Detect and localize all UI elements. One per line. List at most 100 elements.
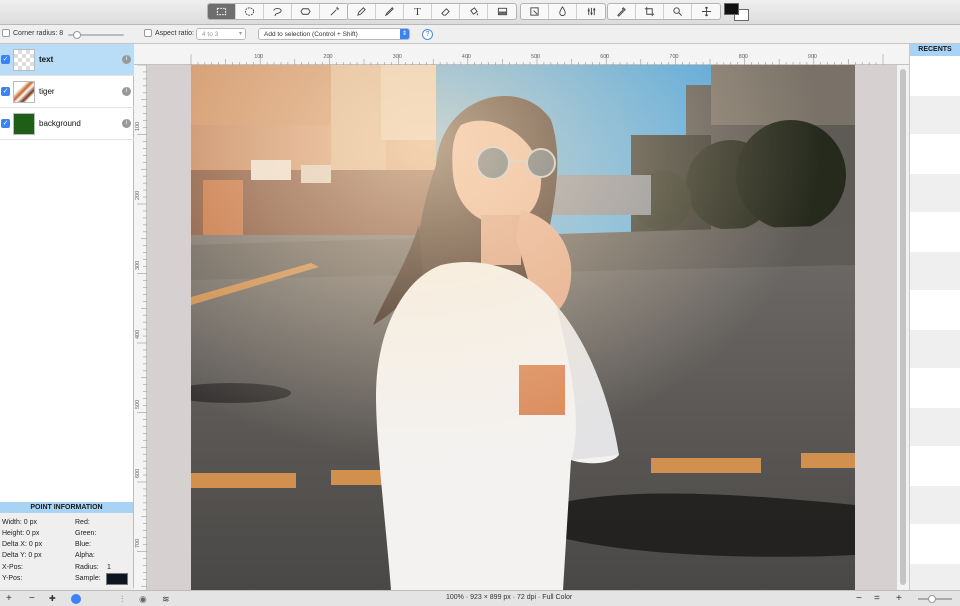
- recent-slot[interactable]: [910, 330, 960, 368]
- ruler-label: 500: [135, 399, 141, 409]
- y-pos-readout: Y-Pos:: [2, 575, 23, 582]
- zoom-out-button[interactable]: −: [856, 593, 862, 605]
- foreground-color-swatch[interactable]: [724, 3, 739, 15]
- rect-select-icon[interactable]: [208, 4, 236, 19]
- aspect-ratio-checkbox[interactable]: [144, 29, 152, 37]
- layer-name: tiger: [39, 87, 55, 96]
- info-icon[interactable]: i: [122, 119, 131, 128]
- help-button[interactable]: ?: [422, 29, 433, 40]
- text-tool-icon[interactable]: T: [404, 4, 432, 19]
- layer-row-text[interactable]: ✓ text i: [0, 44, 134, 76]
- point-information-title: POINT INFORMATION: [0, 502, 133, 513]
- recents-title: RECENTS: [910, 44, 960, 56]
- view-tools-group: [607, 3, 721, 20]
- aspect-ratio-select[interactable]: 4 to 3 ▾: [196, 28, 246, 40]
- chevron-updown-icon: ⇕: [400, 29, 409, 39]
- layer-name: background: [39, 119, 81, 128]
- paint-bucket-icon[interactable]: [460, 4, 488, 19]
- bottom-bar: + − ✚ ⫶ ◉ ≋ 100% · 923 × 899 px · 72 dpi…: [0, 590, 960, 606]
- aspect-ratio-option[interactable]: Aspect ratio:: [144, 29, 194, 37]
- sample-label: Sample:: [75, 575, 101, 582]
- gradient-icon[interactable]: [488, 4, 516, 19]
- main-toolbar: T: [0, 0, 960, 25]
- vertical-ruler-ticks: [137, 65, 147, 587]
- layer-visibility-checkbox[interactable]: ✓: [1, 87, 10, 96]
- ruler-label: 300: [392, 54, 402, 60]
- text-tool-glyph: T: [414, 5, 421, 18]
- x-pos-readout: X-Pos:: [2, 564, 24, 571]
- ruler-label: 400: [461, 54, 471, 60]
- delta-x-readout: Delta X: 0 px: [2, 541, 43, 548]
- corner-radius-label: Corner radius: 8: [13, 29, 64, 37]
- layer-thumbnail: [13, 48, 35, 71]
- canvas-photo[interactable]: [191, 65, 855, 590]
- crop-icon[interactable]: [636, 4, 664, 19]
- ruler-label: 700: [135, 538, 141, 548]
- remove-layer-button[interactable]: −: [29, 593, 35, 605]
- layers-stack-icon[interactable]: ≋: [162, 593, 170, 605]
- layer-row-background[interactable]: ✓ background i: [0, 108, 134, 140]
- eyedropper-icon[interactable]: [608, 4, 636, 19]
- recent-slot[interactable]: [910, 564, 960, 590]
- vertical-scrollbar[interactable]: [896, 65, 909, 590]
- magic-wand-icon[interactable]: [320, 4, 348, 19]
- horizontal-ruler: 100 200 300 400 500 600 700 800 900: [134, 44, 909, 65]
- lasso-icon[interactable]: [264, 4, 292, 19]
- paint-tools-group: T: [347, 3, 517, 20]
- horizontal-ruler-ticks: [190, 54, 884, 65]
- ruler-label: 500: [531, 54, 541, 60]
- recent-slot[interactable]: [910, 174, 960, 212]
- zoom-slider-knob[interactable]: [928, 595, 936, 603]
- ruler-label: 200: [323, 54, 333, 60]
- shape-icon[interactable]: [292, 4, 320, 19]
- ruler-label: 600: [600, 54, 610, 60]
- ruler-label: 300: [135, 260, 141, 270]
- vertical-scrollbar-thumb[interactable]: [900, 69, 906, 585]
- layer-visibility-checkbox[interactable]: ✓: [1, 55, 10, 64]
- layer-row-tiger[interactable]: ✓ tiger i: [0, 76, 134, 108]
- layer-name: text: [39, 55, 54, 64]
- zoom-in-button[interactable]: +: [896, 593, 902, 605]
- zoom-fit-button[interactable]: =: [874, 593, 880, 605]
- recent-slot[interactable]: [910, 252, 960, 290]
- move-icon[interactable]: [692, 4, 720, 19]
- ellipse-select-icon[interactable]: [236, 4, 264, 19]
- chevron-down-icon: ▾: [236, 29, 245, 39]
- pencil-icon[interactable]: [376, 4, 404, 19]
- recents-panel: RECENTS: [909, 44, 960, 590]
- sample-color-swatch: [106, 573, 128, 585]
- corner-radius-option[interactable]: Corner radius: 8: [2, 29, 63, 37]
- info-icon[interactable]: i: [122, 87, 131, 96]
- ruler-label: 600: [135, 468, 141, 478]
- point-information-panel: POINT INFORMATION Width: 0 px Height: 0 …: [0, 502, 134, 588]
- clone-stamp-icon[interactable]: [521, 4, 549, 19]
- recent-slot[interactable]: [910, 486, 960, 524]
- corner-radius-checkbox[interactable]: [2, 29, 10, 37]
- recent-slot[interactable]: [910, 408, 960, 446]
- eraser-icon[interactable]: [432, 4, 460, 19]
- eye-icon[interactable]: ◉: [139, 593, 147, 605]
- pen-icon[interactable]: [348, 4, 376, 19]
- duplicate-layer-icon[interactable]: ✚: [49, 593, 56, 605]
- ruler-label: 200: [135, 190, 141, 200]
- ruler-label: 100: [135, 121, 141, 131]
- layer-visibility-checkbox[interactable]: ✓: [1, 119, 10, 128]
- align-icon[interactable]: ⫶: [121, 593, 123, 605]
- red-readout: Red:: [75, 519, 90, 526]
- adjust-icon[interactable]: [577, 4, 605, 19]
- layer-info-icon[interactable]: [71, 594, 81, 604]
- radius-label: Radius:: [75, 564, 99, 571]
- add-layer-button[interactable]: +: [6, 593, 12, 605]
- document-status: 100% · 923 × 899 px · 72 dpi · Full Colo…: [446, 594, 573, 601]
- aspect-ratio-label: Aspect ratio:: [155, 29, 194, 37]
- blur-drop-icon[interactable]: [549, 4, 577, 19]
- selection-mode-select[interactable]: Add to selection (Control + Shift) ⇕: [258, 28, 410, 40]
- corner-radius-slider-knob[interactable]: [73, 31, 81, 39]
- retouch-tools-group: [520, 3, 606, 20]
- zoom-icon[interactable]: [664, 4, 692, 19]
- ruler-label: 900: [807, 54, 817, 60]
- selection-tools-group: [207, 3, 349, 20]
- recent-slot[interactable]: [910, 96, 960, 134]
- info-icon[interactable]: i: [122, 55, 131, 64]
- radius-value[interactable]: 1: [107, 564, 111, 571]
